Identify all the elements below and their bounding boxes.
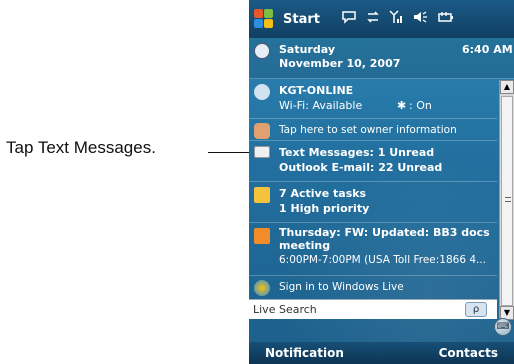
wifi-antenna-icon <box>254 84 270 100</box>
envelope-icon <box>254 146 270 158</box>
softkey-bar: Notification Contacts <box>249 342 514 364</box>
time: 6:40 AM <box>462 43 513 56</box>
input-panel-icon[interactable]: ⌨ <box>494 318 512 336</box>
vertical-scrollbar[interactable]: ▲ ▼ <box>499 80 514 320</box>
wifi-status: Wi-Fi: Available <box>279 99 363 112</box>
date-day: Saturday <box>279 43 335 56</box>
windows-flag-icon[interactable] <box>253 8 275 30</box>
calendar-time: 6:00PM-7:00PM (USA Toll Free:1866 4... <box>279 254 487 266</box>
start-button[interactable]: Start <box>283 12 335 27</box>
speech-bubble-icon[interactable] <box>341 10 357 28</box>
calendar-icon <box>254 228 270 244</box>
scroll-thumb[interactable] <box>501 96 513 306</box>
scroll-up-arrow-icon[interactable]: ▲ <box>500 80 514 94</box>
live-search-bar[interactable]: Live Search ρ <box>249 299 497 319</box>
battery-plug-icon[interactable] <box>437 10 455 28</box>
owner-row[interactable]: Tap here to set owner information <box>249 120 497 141</box>
date-full: November 10, 2007 <box>279 57 401 70</box>
title-bar: Start <box>249 0 514 38</box>
owner-text: Tap here to set owner information <box>279 124 457 136</box>
bluetooth-status: : On <box>409 99 432 112</box>
date-row[interactable]: Saturday November 10, 2007 6:40 AM <box>249 38 514 79</box>
windows-live-text: Sign in to Windows Live <box>279 281 404 293</box>
owner-person-icon <box>254 123 270 139</box>
messages-row[interactable]: Text Messages: 1 Unread Outlook E-mail: … <box>249 142 497 182</box>
signal-strength-icon[interactable] <box>389 10 403 28</box>
windows-live-icon <box>254 280 270 296</box>
calendar-subject-cont: meeting <box>279 239 331 252</box>
callout-leader-line <box>208 152 250 153</box>
text-messages-count[interactable]: Text Messages: 1 Unread <box>279 146 434 159</box>
callout-label: Tap Text Messages. <box>6 138 156 157</box>
clock-icon <box>254 43 270 59</box>
active-tasks: 7 Active tasks <box>279 187 367 200</box>
device-screen: Start Saturday November 10, 2007 6:40 AM <box>249 0 514 364</box>
windows-live-row[interactable]: Sign in to Windows Live <box>249 277 497 298</box>
live-search-label: Live Search <box>253 303 317 316</box>
contacts-softkey[interactable]: Contacts <box>439 346 498 360</box>
high-priority: 1 High priority <box>279 202 370 215</box>
bluetooth-icon: ✱ <box>397 99 407 112</box>
speaker-icon[interactable] <box>412 10 428 28</box>
calendar-subject: Thursday: FW: Updated: BB3 docs <box>279 226 490 239</box>
tasks-checklist-icon <box>254 187 270 203</box>
notification-softkey[interactable]: Notification <box>265 346 344 360</box>
outlook-email-count[interactable]: Outlook E-mail: 22 Unread <box>279 161 442 174</box>
sync-arrows-icon[interactable] <box>366 10 380 28</box>
connection-row[interactable]: KGT-ONLINE Wi-Fi: Available ✱ : On <box>249 80 497 119</box>
scroll-grip <box>505 197 511 202</box>
connection-name: KGT-ONLINE <box>279 84 354 97</box>
search-icon[interactable]: ρ <box>465 302 487 317</box>
calendar-row[interactable]: Thursday: FW: Updated: BB3 docs meeting … <box>249 224 497 276</box>
tasks-row[interactable]: 7 Active tasks 1 High priority <box>249 183 497 223</box>
